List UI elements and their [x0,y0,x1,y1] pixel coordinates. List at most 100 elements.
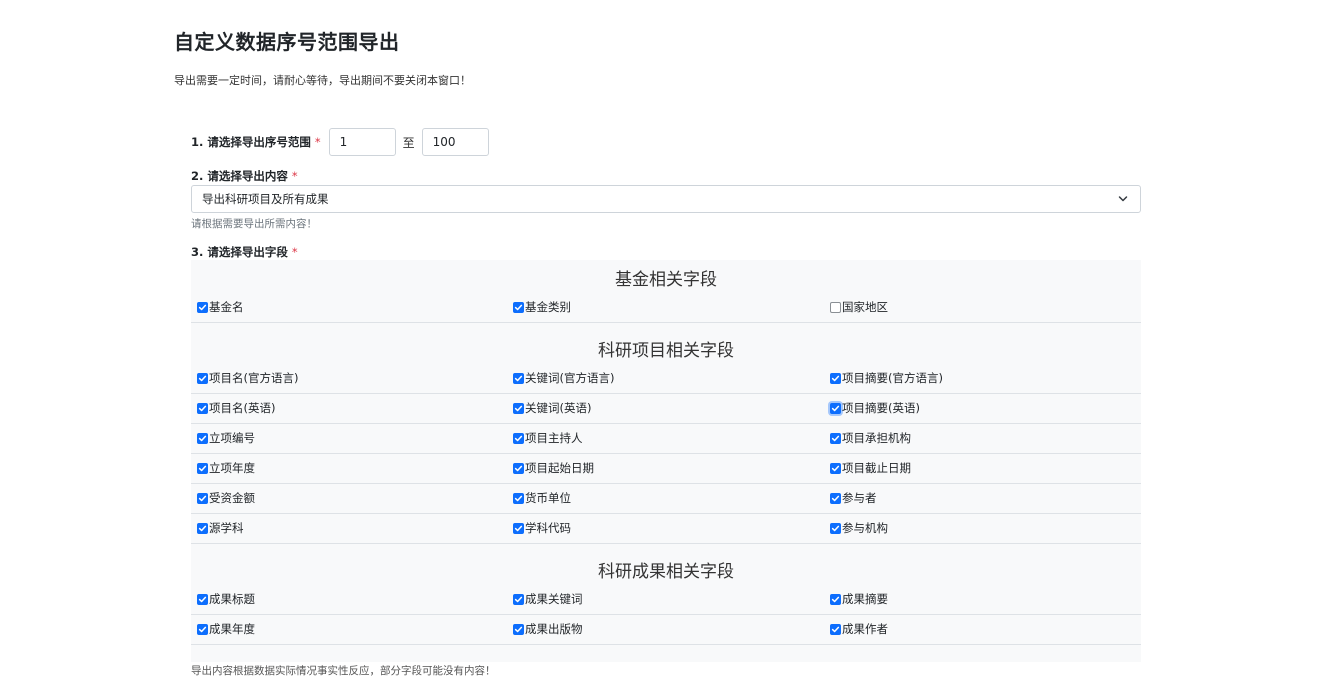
field-checkbox-label: 成果摘要 [842,592,888,606]
field-checkbox-label: 项目起始日期 [525,461,594,475]
checkbox-checked-icon[interactable] [513,593,524,605]
field-checkbox-item[interactable]: 关键词(官方语言) [513,363,614,393]
field-checkbox-label: 项目名(英语) [209,401,276,415]
content-select[interactable]: 导出科研项目及所有成果 [191,185,1141,213]
checkbox-checked-icon[interactable] [513,462,524,474]
field-checkbox-item[interactable]: 成果年度 [197,614,255,644]
field-checkbox-label: 学科代码 [525,521,571,535]
field-checkbox-item[interactable]: 关键词(英语) [513,393,591,423]
field-checkbox-label: 受资金额 [209,491,255,505]
checkbox-checked-icon[interactable] [197,593,208,605]
field-checkbox-label: 项目摘要(英语) [842,401,920,415]
field-checkbox-label: 参与机构 [842,521,888,535]
field-checkbox-label: 参与者 [842,491,877,505]
section-title: 科研成果相关字段 [598,562,734,582]
field-checkbox-item[interactable]: 成果标题 [197,584,255,614]
range-label: 1. 请选择导出序号范围 * [191,135,321,149]
checkbox-unchecked-icon[interactable] [830,301,841,313]
chevron-down-icon [1118,186,1128,222]
fields-label: 3. 请选择导出字段 * [191,245,298,259]
checkbox-checked-icon[interactable] [513,301,524,313]
field-row: 立项编号 项目主持人 项目承担机构 [191,423,1141,454]
field-checkbox-label: 基金名 [209,300,244,314]
checkbox-checked-icon[interactable] [513,522,524,534]
checkbox-checked-icon[interactable] [830,432,841,444]
field-checkbox-item[interactable]: 项目名(官方语言) [197,363,298,393]
field-checkbox-item[interactable]: 参与机构 [830,513,888,543]
checkbox-checked-icon[interactable] [197,623,208,635]
checkbox-checked-icon[interactable] [197,432,208,444]
field-checkbox-item[interactable]: 项目截止日期 [830,453,911,483]
field-checkbox-label: 立项年度 [209,461,255,475]
field-checkbox-item[interactable]: 项目起始日期 [513,453,594,483]
checkbox-checked-icon[interactable] [513,372,524,384]
field-row: 基金名 基金类别 国家地区 [191,292,1141,323]
content-select-value: 导出科研项目及所有成果 [202,192,329,206]
field-row: 成果年度 成果出版物 成果作者 [191,614,1141,645]
checkbox-checked-icon[interactable] [830,593,841,605]
field-checkbox-label: 国家地区 [842,300,888,314]
field-row: 成果标题 成果关键词 成果摘要 [191,584,1141,615]
field-checkbox-item[interactable]: 受资金额 [197,483,255,513]
checkbox-checked-icon[interactable] [513,402,524,414]
range-to-label: 至 [402,135,415,150]
content-hint: 请根据需要导出所需内容！ [191,218,317,230]
section-title: 科研项目相关字段 [598,341,734,361]
field-checkbox-label: 成果标题 [209,592,255,606]
field-checkbox-label: 立项编号 [209,431,255,445]
checkbox-checked-icon[interactable] [830,462,841,474]
field-checkbox-label: 成果作者 [842,622,888,636]
footnote: 导出内容根据数据实际情况事实性反应，部分字段可能没有内容！ [191,665,496,677]
field-checkbox-label: 项目主持人 [525,431,583,445]
checkbox-checked-icon[interactable] [197,492,208,504]
checkbox-checked-icon[interactable] [197,522,208,534]
field-checkbox-label: 成果关键词 [525,592,583,606]
field-checkbox-item[interactable]: 国家地区 [830,292,888,322]
field-checkbox-item[interactable]: 立项年度 [197,453,255,483]
range-end-input[interactable]: 100 [421,128,489,156]
field-checkbox-label: 关键词(官方语言) [525,371,615,385]
field-checkbox-item[interactable]: 学科代码 [513,513,571,543]
field-checkbox-item[interactable]: 成果作者 [830,614,888,644]
content-label: 2. 请选择导出内容 * [191,169,298,183]
field-checkbox-label: 基金类别 [525,300,571,314]
field-checkbox-item[interactable]: 成果摘要 [830,584,888,614]
field-checkbox-item[interactable]: 成果关键词 [513,584,583,614]
field-checkbox-label: 关键词(英语) [525,401,592,415]
checkbox-checked-icon[interactable] [830,522,841,534]
checkbox-checked-icon[interactable] [197,372,208,384]
field-row: 源学科 学科代码 参与机构 [191,513,1141,544]
required-mark: * [291,245,298,259]
page-title: 自定义数据序号范围导出 [174,30,400,54]
checkbox-checked-icon[interactable] [513,623,524,635]
checkbox-checked-icon[interactable] [830,402,841,414]
checkbox-checked-icon[interactable] [830,492,841,504]
checkbox-checked-icon[interactable] [197,301,208,313]
range-start-input[interactable]: 1 [328,128,396,156]
field-checkbox-item[interactable]: 项目名(英语) [197,393,275,423]
field-checkbox-item[interactable]: 基金名 [197,292,244,322]
field-row: 项目名(英语) 关键词(英语) 项目摘要(英语) [191,393,1141,424]
field-checkbox-item[interactable]: 货币单位 [513,483,571,513]
checkbox-checked-icon[interactable] [513,492,524,504]
field-checkbox-label: 项目摘要(官方语言) [842,371,943,385]
checkbox-checked-icon[interactable] [830,372,841,384]
field-checkbox-label: 源学科 [209,521,244,535]
field-checkbox-item[interactable]: 项目承担机构 [830,423,911,453]
field-checkbox-item[interactable]: 参与者 [830,483,877,513]
field-checkbox-item[interactable]: 成果出版物 [513,614,583,644]
field-checkbox-label: 项目名(官方语言) [209,371,299,385]
field-checkbox-item[interactable]: 项目摘要(英语) [830,393,920,423]
field-row: 项目名(官方语言) 关键词(官方语言) 项目摘要(官方语言) [191,363,1141,394]
checkbox-checked-icon[interactable] [830,623,841,635]
field-checkbox-item[interactable]: 源学科 [197,513,244,543]
field-checkbox-item[interactable]: 基金类别 [513,292,571,322]
checkbox-checked-icon[interactable] [197,462,208,474]
checkbox-checked-icon[interactable] [513,432,524,444]
checkbox-checked-icon[interactable] [197,402,208,414]
field-checkbox-item[interactable]: 项目摘要(官方语言) [830,363,943,393]
field-checkbox-label: 成果年度 [209,622,255,636]
field-checkbox-item[interactable]: 项目主持人 [513,423,583,453]
field-checkbox-item[interactable]: 立项编号 [197,423,255,453]
field-checkbox-label: 成果出版物 [525,622,583,636]
